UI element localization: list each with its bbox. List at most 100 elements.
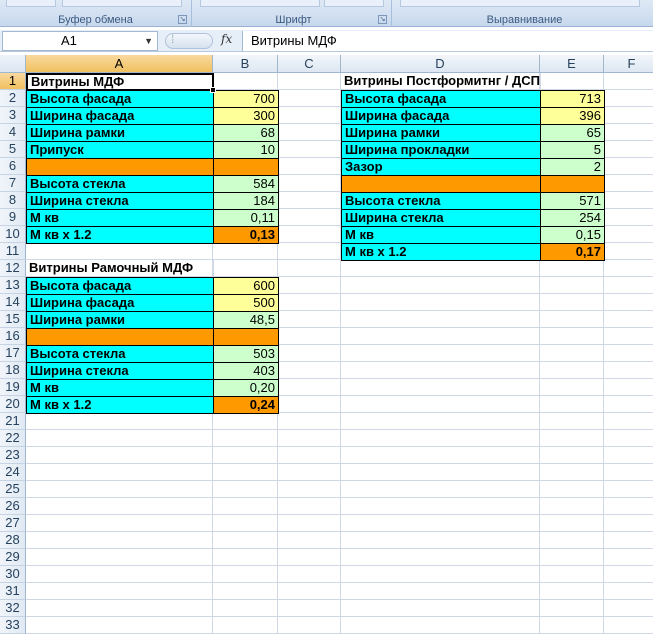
grid-cell[interactable]	[341, 481, 540, 498]
grid-cell[interactable]	[540, 430, 604, 447]
grid-cell[interactable]	[604, 209, 653, 226]
grid-cell[interactable]	[604, 73, 653, 90]
insert-function-icon[interactable]: fx	[221, 32, 232, 46]
grid-cell[interactable]	[278, 600, 341, 617]
row-header[interactable]: 2	[0, 90, 26, 107]
cell-a5[interactable]: Припуск	[26, 141, 214, 159]
grid-cell[interactable]	[278, 447, 341, 464]
cell-d4[interactable]: Ширина рамки	[341, 124, 541, 142]
grid-cell[interactable]	[213, 243, 278, 260]
grid-cell[interactable]	[26, 481, 213, 498]
grid-cell[interactable]	[213, 430, 278, 447]
cell-a16[interactable]	[26, 328, 214, 346]
row-header[interactable]: 16	[0, 328, 26, 345]
cell-b16[interactable]	[213, 328, 279, 346]
grid-cell[interactable]	[540, 532, 604, 549]
row-header[interactable]: 30	[0, 566, 26, 583]
fill-handle[interactable]	[210, 87, 216, 93]
grid-cell[interactable]	[278, 379, 341, 396]
grid-cell[interactable]	[604, 617, 653, 634]
cell-a4[interactable]: Ширина рамки	[26, 124, 214, 142]
grid-cell[interactable]	[540, 277, 604, 294]
cell-b13[interactable]: 600	[213, 277, 279, 295]
cell-e6[interactable]: 2	[540, 158, 605, 176]
cell-a19[interactable]: М кв	[26, 379, 214, 397]
cell-d5[interactable]: Ширина прокладки	[341, 141, 541, 159]
cell-a13[interactable]: Высота фасада	[26, 277, 214, 295]
cell-a20[interactable]: М кв х 1.2	[26, 396, 214, 414]
grid-cell[interactable]	[604, 192, 653, 209]
row-header[interactable]: 27	[0, 515, 26, 532]
grid-cell[interactable]	[278, 192, 341, 209]
cell-d3[interactable]: Ширина фасада	[341, 107, 541, 125]
grid-cell[interactable]	[278, 413, 341, 430]
grid-cell[interactable]	[341, 498, 540, 515]
format-painter-button[interactable]	[62, 0, 182, 7]
column-header-a[interactable]: A	[26, 55, 213, 73]
cell-a8[interactable]: Ширина стекла	[26, 192, 214, 210]
grid-cell[interactable]	[278, 481, 341, 498]
grid-cell[interactable]	[540, 73, 604, 90]
grid-cell[interactable]	[278, 362, 341, 379]
grid-cell[interactable]	[540, 294, 604, 311]
grid-cell[interactable]	[604, 158, 653, 175]
cell-e7[interactable]	[540, 175, 605, 193]
row-header[interactable]: 17	[0, 345, 26, 362]
grid-cell[interactable]	[213, 260, 278, 277]
grid-cell[interactable]	[604, 328, 653, 345]
cell-a15[interactable]: Ширина рамки	[26, 311, 214, 329]
grid-cell[interactable]	[540, 345, 604, 362]
grid-cell[interactable]	[213, 447, 278, 464]
grid-cell[interactable]	[540, 260, 604, 277]
grid-cell[interactable]	[604, 481, 653, 498]
grid-cell[interactable]	[604, 260, 653, 277]
cell-b19[interactable]: 0,20	[213, 379, 279, 397]
grid-cell[interactable]	[604, 430, 653, 447]
dialog-launcher-icon[interactable]: ↘	[178, 15, 187, 24]
cell-b20[interactable]: 0,24	[213, 396, 279, 414]
grid-cell[interactable]	[540, 515, 604, 532]
grid-cell[interactable]	[213, 413, 278, 430]
cell-d7[interactable]	[341, 175, 541, 193]
grid-cell[interactable]	[278, 430, 341, 447]
grid-cell[interactable]	[604, 107, 653, 124]
grid-cell[interactable]	[604, 226, 653, 243]
row-header[interactable]: 12	[0, 260, 26, 277]
formula-bar-resize-handle[interactable]: ⁞	[165, 32, 213, 49]
grid-cell[interactable]	[540, 447, 604, 464]
row-header[interactable]: 5	[0, 141, 26, 158]
grid-cell[interactable]	[278, 73, 341, 90]
column-header-e[interactable]: E	[540, 55, 604, 73]
grid-cell[interactable]	[278, 464, 341, 481]
grid-cell[interactable]	[278, 175, 341, 192]
grid-cell[interactable]	[278, 515, 341, 532]
grid-cell[interactable]	[540, 481, 604, 498]
grid-cell[interactable]	[540, 328, 604, 345]
select-all-corner[interactable]	[0, 55, 26, 73]
grid-cell[interactable]	[604, 345, 653, 362]
grid-cell[interactable]	[540, 311, 604, 328]
cell-b15[interactable]: 48,5	[213, 311, 279, 329]
cell-b3[interactable]: 300	[213, 107, 279, 125]
cell-d11[interactable]: М кв х 1.2	[341, 243, 541, 261]
grid-cell[interactable]	[278, 141, 341, 158]
grid-cell[interactable]	[278, 583, 341, 600]
grid-cell[interactable]	[278, 345, 341, 362]
grid-cell[interactable]	[26, 515, 213, 532]
grid-cell[interactable]	[213, 532, 278, 549]
grid-cell[interactable]	[26, 243, 213, 260]
cell-e9[interactable]: 254	[540, 209, 605, 227]
cell-b9[interactable]: 0,11	[213, 209, 279, 227]
paste-button[interactable]	[6, 0, 56, 7]
grid-cell[interactable]	[213, 464, 278, 481]
row-header[interactable]: 10	[0, 226, 26, 243]
row-header[interactable]: 9	[0, 209, 26, 226]
cell-b17[interactable]: 503	[213, 345, 279, 363]
grid-cell[interactable]	[341, 294, 540, 311]
grid-cell[interactable]	[540, 583, 604, 600]
cell-d6[interactable]: Зазор	[341, 158, 541, 176]
cell-b10[interactable]: 0,13	[213, 226, 279, 244]
row-header[interactable]: 28	[0, 532, 26, 549]
row-header[interactable]: 6	[0, 158, 26, 175]
row-header[interactable]: 24	[0, 464, 26, 481]
